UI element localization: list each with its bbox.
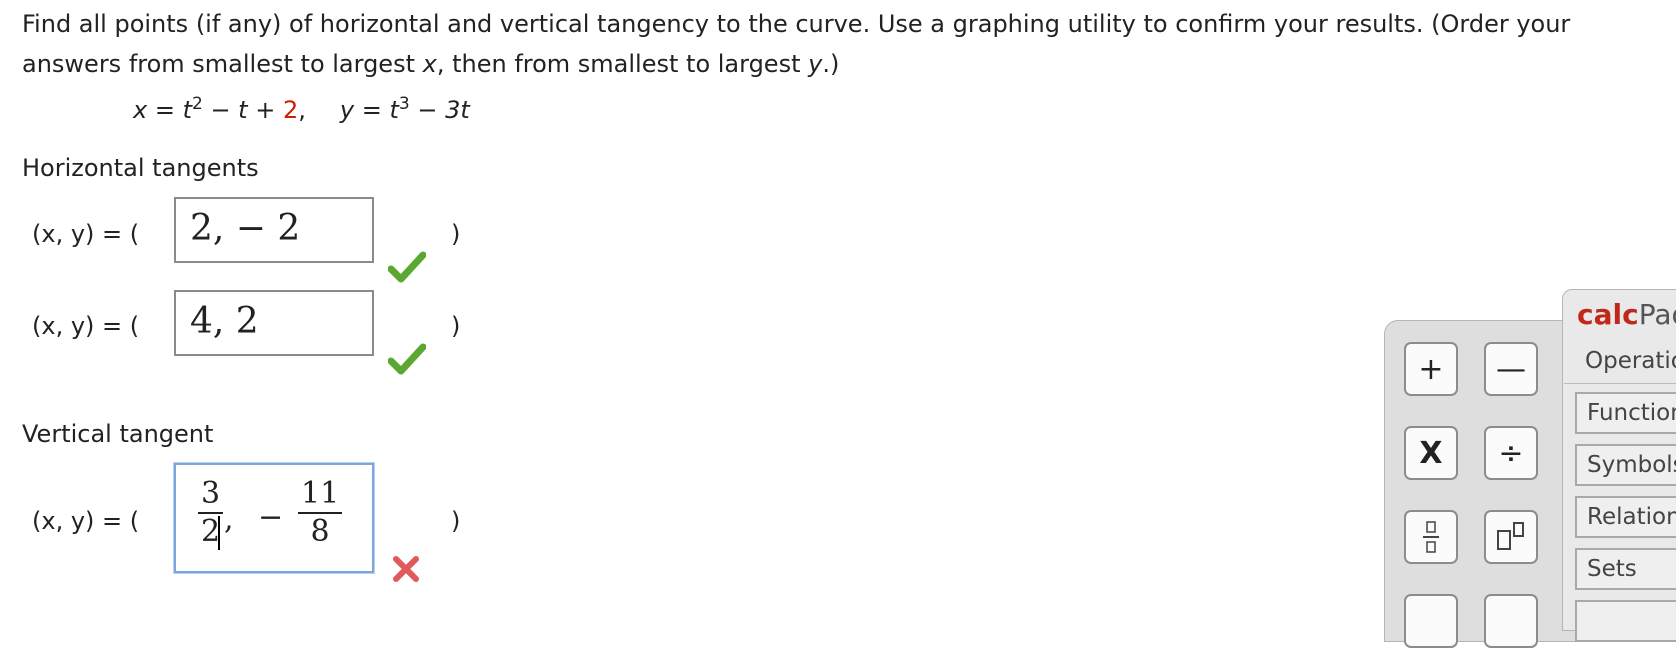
vertical-tangent-label: Vertical tangent	[22, 420, 214, 448]
fraction-button[interactable]	[1404, 510, 1458, 564]
calc-button-partial[interactable]	[1404, 594, 1458, 648]
exponent-icon	[1497, 522, 1524, 550]
fraction-icon	[1423, 521, 1439, 553]
var-x: x	[422, 50, 437, 78]
answer-row-label: (x, y) = (	[32, 507, 140, 535]
close-paren: )	[451, 507, 461, 535]
question-text: Find all points (if any) of horizontal a…	[22, 10, 1571, 78]
correct-check-icon	[388, 343, 426, 375]
answer-row-label: (x, y) = (	[32, 220, 140, 248]
horizontal-tangents-label: Horizontal tangents	[22, 154, 259, 182]
plus-button[interactable]: +	[1404, 342, 1458, 396]
minus-sign: −	[258, 500, 284, 535]
exponent-button[interactable]	[1484, 510, 1538, 564]
comma: ,	[224, 502, 234, 537]
divide-button[interactable]: ÷	[1484, 426, 1538, 480]
menu-relations[interactable]: Relations	[1575, 496, 1676, 538]
answer-row-label: (x, y) = (	[32, 312, 140, 340]
horizontal-tangent-input-2[interactable]: 4, 2	[174, 290, 374, 356]
var-y: y	[808, 50, 823, 78]
multiply-button[interactable]: X	[1404, 426, 1458, 480]
menu-symbols[interactable]: Symbols	[1575, 444, 1676, 486]
menu-operations[interactable]: Operations	[1564, 342, 1676, 384]
horizontal-tangent-input-1[interactable]: 2, − 2	[174, 197, 374, 263]
text-caret	[218, 516, 220, 550]
correct-check-icon	[388, 251, 426, 283]
highlighted-constant: 2	[282, 96, 299, 124]
close-paren: )	[451, 220, 461, 248]
minus-button[interactable]: —	[1484, 342, 1538, 396]
menu-sets[interactable]: Sets	[1575, 548, 1676, 590]
menu-functions[interactable]: Functions	[1575, 392, 1676, 434]
incorrect-cross-icon	[393, 556, 419, 582]
menu-item-partial[interactable]	[1575, 600, 1676, 642]
calcpad-title: calcPad	[1577, 298, 1676, 331]
fraction-y: 11 8	[298, 476, 343, 550]
parametric-equations: x = t2 − t + 2, y = t3 − 3t	[133, 94, 470, 125]
close-paren: )	[451, 312, 461, 340]
calc-button-partial[interactable]	[1484, 594, 1538, 648]
